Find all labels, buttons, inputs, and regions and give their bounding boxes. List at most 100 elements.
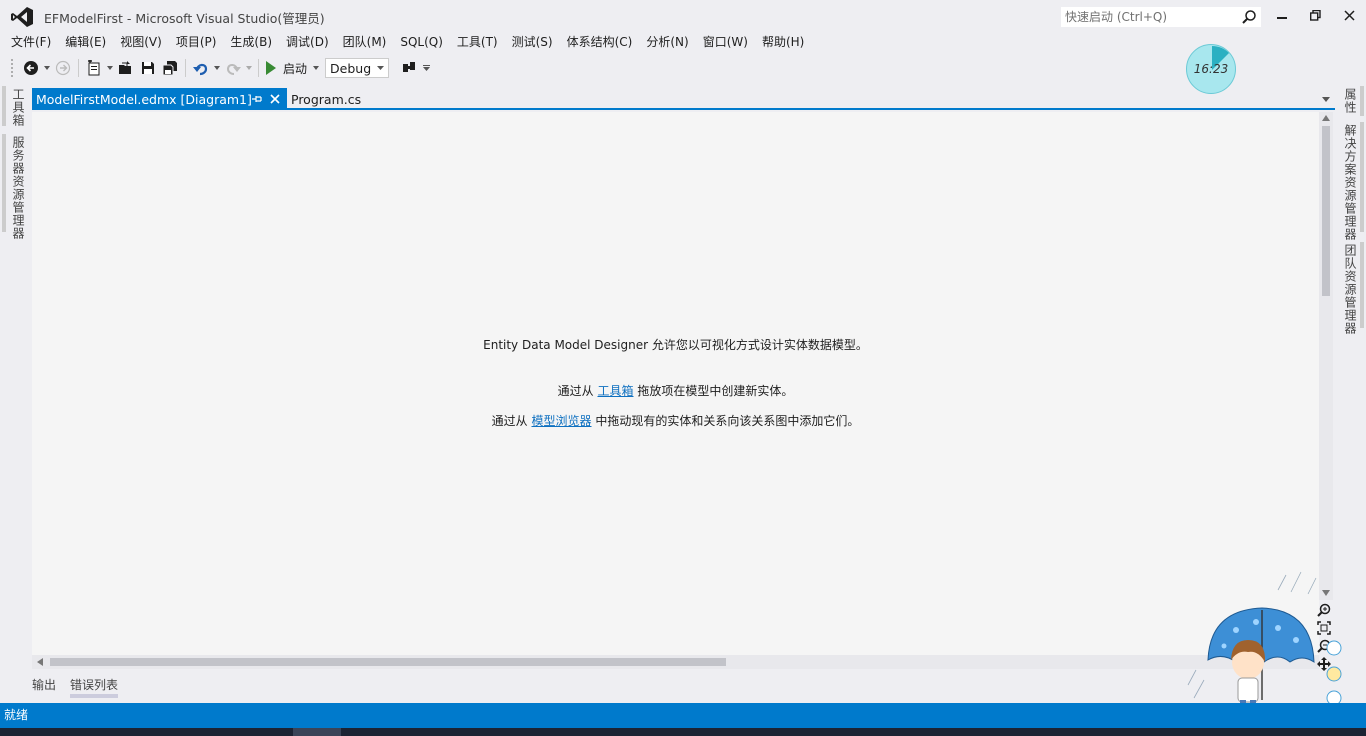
taskbar-app-button[interactable] [293,728,341,736]
back-arrow-icon [24,61,38,75]
redo-button[interactable] [222,57,244,79]
pin-icon[interactable] [250,92,264,106]
forward-arrow-icon [55,60,71,76]
team-explorer-tab[interactable]: 团队资源管理器 [1342,244,1359,335]
binoculars-icon [403,62,416,72]
start-label: 启动 [283,61,308,76]
visual-studio-logo-icon [11,7,33,27]
save-button[interactable] [137,57,159,79]
os-taskbar [0,728,1366,736]
left-tool-window-strip: 工具箱 服务器资源管理器 [0,84,30,704]
undo-icon [193,63,208,76]
tab-indicator [1360,122,1364,232]
find-in-files-button[interactable] [399,57,421,79]
quick-launch-box[interactable] [1060,6,1262,28]
designer-model-browser-hint: 通过从 模型浏览器 中拖动现有的实体和关系向该关系图中添加它们。 [32,412,1319,429]
new-project-dropdown[interactable] [105,57,115,79]
hint-text: 通过从 [557,384,598,398]
menu-test[interactable]: 测试(S) [505,32,560,52]
tab-indicator [1360,242,1364,328]
save-all-button[interactable] [159,57,181,79]
overflow-arrow-icon [422,65,430,71]
bottom-tool-window-tabs: 输出 错误列表 [32,676,119,698]
hint-text: 通过从 [491,414,532,428]
title-bar: EFModelFirst - Microsoft Visual Studio(管… [0,0,1366,32]
toolbar-overflow-dropdown[interactable] [421,57,431,79]
toolbar-grip[interactable] [10,58,14,78]
horizontal-scroll-thumb[interactable] [50,658,726,666]
menu-team[interactable]: 团队(M) [336,32,394,52]
clock-time: 16:23 [1193,62,1229,76]
chevron-down-icon [377,66,385,70]
minimize-icon [1277,17,1287,19]
horizontal-scrollbar[interactable] [32,655,1319,669]
scroll-up-icon[interactable] [1322,115,1330,121]
open-file-button[interactable] [115,57,137,79]
navigate-back-button[interactable] [20,57,42,79]
vertical-scrollbar[interactable] [1319,112,1333,600]
designer-intro-text: Entity Data Model Designer 允许您以可视化方式设计实体… [483,338,868,352]
menu-build[interactable]: 生成(B) [223,32,279,52]
close-icon [1343,9,1355,21]
designer-toolbox-hint: 通过从 工具箱 拖放项在模型中创建新实体。 [32,382,1319,399]
status-text: 就绪 [4,708,29,722]
toolbox-tab[interactable]: 工具箱 [10,88,27,127]
window-title: EFModelFirst - Microsoft Visual Studio(管… [44,11,325,26]
server-explorer-tab[interactable]: 服务器资源管理器 [10,136,27,240]
navigate-back-dropdown[interactable] [42,57,52,79]
output-tab[interactable]: 输出 [32,676,56,698]
start-debugging-button[interactable]: 启动 [263,57,321,79]
toolbox-link[interactable]: 工具箱 [597,384,633,398]
tab-label: Program.cs [291,91,362,107]
solution-configuration-select[interactable]: Debug [325,58,390,78]
model-browser-link[interactable]: 模型浏览器 [531,414,591,428]
quick-launch-input[interactable] [1061,8,1237,26]
properties-tab[interactable]: 属性 [1342,88,1359,114]
tab-edmx-diagram[interactable]: ModelFirstModel.edmx [Diagram1] [32,88,287,110]
tab-list-dropdown-icon[interactable] [1321,94,1331,104]
dropdown-arrow-icon[interactable] [313,66,320,70]
tab-label: ModelFirstModel.edmx [Diagram1] [36,91,252,107]
menu-file[interactable]: 文件(F) [4,32,58,52]
restore-button[interactable] [1300,4,1330,26]
menu-sql[interactable]: SQL(Q) [393,32,450,52]
dropdown-arrow-icon [214,66,220,70]
restore-icon [1309,9,1321,21]
close-tab-icon[interactable] [268,92,282,106]
menu-analyze[interactable]: 分析(N) [639,32,695,52]
toolbar-separator [258,59,259,77]
menu-view[interactable]: 视图(V) [113,32,169,52]
new-project-button[interactable] [83,57,105,79]
menu-architecture[interactable]: 体系结构(C) [560,32,640,52]
toolbar-separator [185,59,186,77]
new-project-icon [88,60,100,76]
clock-widget: 16:23 [1186,44,1236,94]
menu-tools[interactable]: 工具(T) [450,32,505,52]
toolbar-separator [78,59,79,77]
search-icon[interactable] [1241,9,1257,25]
dropdown-arrow-icon [246,66,252,70]
entity-designer-surface[interactable]: Entity Data Model Designer 允许您以可视化方式设计实体… [32,112,1319,655]
vertical-scroll-thumb[interactable] [1322,126,1330,296]
tab-program-cs[interactable]: Program.cs [291,88,361,110]
close-window-button[interactable] [1334,4,1364,26]
menu-window[interactable]: 窗口(W) [696,32,755,52]
menu-bar: 文件(F) 编辑(E) 视图(V) 项目(P) 生成(B) 调试(D) 团队(M… [4,32,811,52]
document-tab-well: ModelFirstModel.edmx [Diagram1] Program.… [32,88,1335,110]
solution-explorer-tab[interactable]: 解决方案资源管理器 [1342,124,1359,241]
menu-debug[interactable]: 调试(D) [279,32,336,52]
scroll-left-icon[interactable] [37,658,43,666]
menu-project[interactable]: 项目(P) [169,32,224,52]
navigate-forward-button[interactable] [52,57,74,79]
status-bar: 就绪 [0,703,1366,728]
menu-help[interactable]: 帮助(H) [755,32,811,52]
error-list-tab[interactable]: 错误列表 [70,676,119,698]
undo-dropdown[interactable] [212,57,222,79]
save-all-icon [162,61,177,76]
tab-indicator [1360,86,1364,116]
open-folder-icon [119,61,131,74]
menu-edit[interactable]: 编辑(E) [58,32,113,52]
undo-button[interactable] [190,57,212,79]
redo-dropdown[interactable] [244,57,254,79]
minimize-button[interactable] [1267,4,1297,26]
